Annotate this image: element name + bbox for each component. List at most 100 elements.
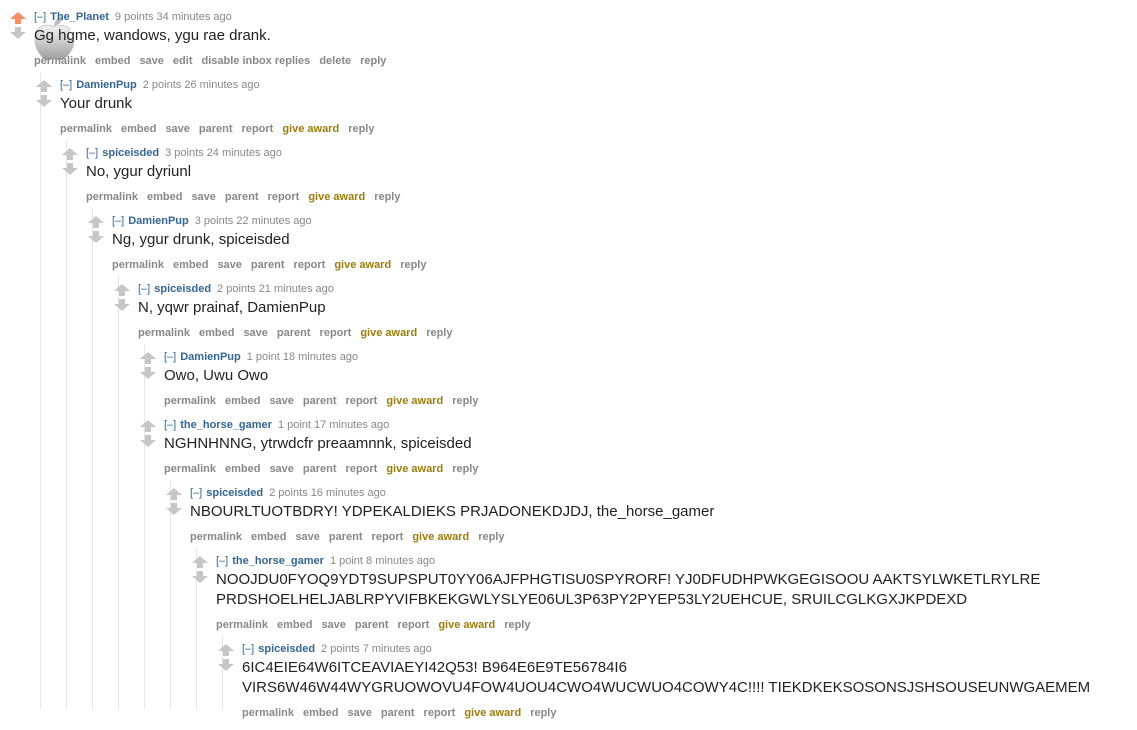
collapse-toggle[interactable]: [–] — [164, 351, 176, 363]
comment-action-give-award[interactable]: give award — [412, 531, 469, 543]
comment-action-permalink[interactable]: permalink — [34, 55, 86, 67]
comment-action-give-award[interactable]: give award — [438, 619, 495, 631]
comment-action-parent[interactable]: parent — [303, 395, 337, 407]
downvote-arrow-icon[interactable] — [140, 435, 156, 447]
comment-action-embed[interactable]: embed — [121, 123, 156, 135]
comment-action-parent[interactable]: parent — [251, 259, 285, 271]
comment-action-reply[interactable]: reply — [374, 191, 400, 203]
downvote-arrow-icon[interactable] — [62, 163, 78, 175]
comment-action-embed[interactable]: embed — [147, 191, 182, 203]
downvote-arrow-icon[interactable] — [114, 299, 130, 311]
upvote-arrow-icon[interactable] — [140, 352, 156, 364]
comment-action-report[interactable]: report — [346, 395, 378, 407]
downvote-arrow-icon[interactable] — [192, 571, 208, 583]
downvote-arrow-icon[interactable] — [36, 95, 52, 107]
comment-action-save[interactable]: save — [243, 327, 267, 339]
comment-action-report[interactable]: report — [320, 327, 352, 339]
comment-action-give-award[interactable]: give award — [360, 327, 417, 339]
comment-action-parent[interactable]: parent — [199, 123, 233, 135]
upvote-arrow-icon[interactable] — [88, 216, 104, 228]
comment-action-embed[interactable]: embed — [277, 619, 312, 631]
comment-author[interactable]: The_Planet — [50, 11, 109, 23]
comment-action-embed[interactable]: embed — [251, 531, 286, 543]
comment-action-permalink[interactable]: permalink — [190, 531, 242, 543]
comment-action-give-award[interactable]: give award — [334, 259, 391, 271]
comment-action-reply[interactable]: reply — [348, 123, 374, 135]
comment-action-embed[interactable]: embed — [225, 395, 260, 407]
comment-author[interactable]: DamienPup — [76, 79, 137, 91]
collapse-toggle[interactable]: [–] — [138, 283, 150, 295]
collapse-toggle[interactable]: [–] — [60, 79, 72, 91]
comment-author[interactable]: DamienPup — [128, 215, 189, 227]
comment-action-reply[interactable]: reply — [530, 707, 556, 719]
comment-author[interactable]: spiceisded — [258, 643, 315, 655]
comment-action-parent[interactable]: parent — [277, 327, 311, 339]
collapse-toggle[interactable]: [–] — [112, 215, 124, 227]
comment-action-report[interactable]: report — [242, 123, 274, 135]
comment-action-report[interactable]: report — [372, 531, 404, 543]
upvote-arrow-icon[interactable] — [140, 420, 156, 432]
comment-action-report[interactable]: report — [294, 259, 326, 271]
comment-action-permalink[interactable]: permalink — [112, 259, 164, 271]
downvote-arrow-icon[interactable] — [88, 231, 104, 243]
collapse-toggle[interactable]: [–] — [216, 555, 228, 567]
comment-action-permalink[interactable]: permalink — [60, 123, 112, 135]
comment-action-parent[interactable]: parent — [355, 619, 389, 631]
comment-author[interactable]: the_horse_gamer — [180, 419, 272, 431]
comment-action-give-award[interactable]: give award — [386, 395, 443, 407]
comment-action-report[interactable]: report — [398, 619, 430, 631]
downvote-arrow-icon[interactable] — [10, 27, 26, 39]
collapse-toggle[interactable]: [–] — [190, 487, 202, 499]
downvote-arrow-icon[interactable] — [140, 367, 156, 379]
comment-action-permalink[interactable]: permalink — [164, 463, 216, 475]
comment-author[interactable]: spiceisded — [154, 283, 211, 295]
comment-action-delete[interactable]: delete — [319, 55, 351, 67]
comment-action-embed[interactable]: embed — [199, 327, 234, 339]
comment-action-parent[interactable]: parent — [381, 707, 415, 719]
upvote-arrow-icon[interactable] — [62, 148, 78, 160]
comment-action-report[interactable]: report — [424, 707, 456, 719]
comment-author[interactable]: the_horse_gamer — [232, 555, 324, 567]
upvote-arrow-icon[interactable] — [36, 80, 52, 92]
comment-action-give-award[interactable]: give award — [282, 123, 339, 135]
comment-action-save[interactable]: save — [217, 259, 241, 271]
comment-action-permalink[interactable]: permalink — [216, 619, 268, 631]
comment-action-permalink[interactable]: permalink — [242, 707, 294, 719]
collapse-toggle[interactable]: [–] — [242, 643, 254, 655]
downvote-arrow-icon[interactable] — [218, 659, 234, 671]
downvote-arrow-icon[interactable] — [166, 503, 182, 515]
upvote-arrow-icon[interactable] — [218, 644, 234, 656]
comment-action-give-award[interactable]: give award — [464, 707, 521, 719]
comment-action-permalink[interactable]: permalink — [138, 327, 190, 339]
comment-action-parent[interactable]: parent — [303, 463, 337, 475]
comment-action-parent[interactable]: parent — [329, 531, 363, 543]
comment-action-report[interactable]: report — [346, 463, 378, 475]
comment-action-reply[interactable]: reply — [478, 531, 504, 543]
comment-action-save[interactable]: save — [139, 55, 163, 67]
comment-action-embed[interactable]: embed — [95, 55, 130, 67]
comment-author[interactable]: spiceisded — [102, 147, 159, 159]
comment-action-reply[interactable]: reply — [426, 327, 452, 339]
upvote-arrow-icon[interactable] — [114, 284, 130, 296]
comment-action-embed[interactable]: embed — [225, 463, 260, 475]
comment-author[interactable]: spiceisded — [206, 487, 263, 499]
comment-action-reply[interactable]: reply — [452, 463, 478, 475]
collapse-toggle[interactable]: [–] — [34, 11, 46, 23]
upvote-arrow-icon[interactable] — [166, 488, 182, 500]
comment-action-reply[interactable]: reply — [452, 395, 478, 407]
comment-action-give-award[interactable]: give award — [308, 191, 365, 203]
comment-action-save[interactable]: save — [269, 463, 293, 475]
comment-action-parent[interactable]: parent — [225, 191, 259, 203]
comment-action-embed[interactable]: embed — [173, 259, 208, 271]
comment-action-save[interactable]: save — [321, 619, 345, 631]
comment-action-save[interactable]: save — [347, 707, 371, 719]
comment-action-reply[interactable]: reply — [400, 259, 426, 271]
comment-author[interactable]: DamienPup — [180, 351, 241, 363]
collapse-toggle[interactable]: [–] — [86, 147, 98, 159]
comment-action-reply[interactable]: reply — [504, 619, 530, 631]
comment-action-give-award[interactable]: give award — [386, 463, 443, 475]
upvote-arrow-icon[interactable] — [192, 556, 208, 568]
comment-action-disable-inbox-replies[interactable]: disable inbox replies — [201, 55, 310, 67]
comment-action-permalink[interactable]: permalink — [86, 191, 138, 203]
comment-action-save[interactable]: save — [269, 395, 293, 407]
